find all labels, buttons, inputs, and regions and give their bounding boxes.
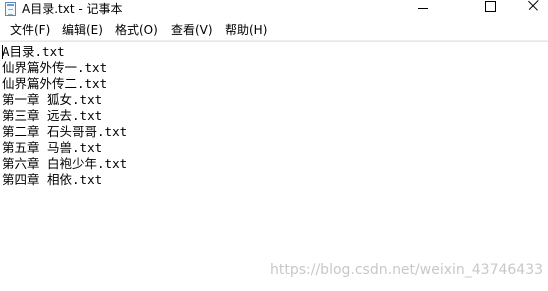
text-line: 第五章 马兽.txt xyxy=(2,140,103,155)
watermark-text: https://blog.csdn.net/weixin_43746433 xyxy=(270,262,544,278)
text-line: 第二章 石头哥哥.txt xyxy=(2,124,128,139)
text-line: 第三章 远去.txt xyxy=(2,108,103,123)
menu-edit[interactable]: 编辑(E) xyxy=(61,19,104,41)
menu-view[interactable]: 查看(V) xyxy=(170,19,214,41)
text-editor-area[interactable]: A目录.txt 仙界篇外传一.txt 仙界篇外传二.txt 第一章 狐女.txt… xyxy=(0,41,548,291)
menu-file[interactable]: 文件(F) xyxy=(9,19,51,41)
title-bar[interactable]: A目录.txt - 记事本 xyxy=(0,0,548,19)
text-line: 仙界篇外传一.txt xyxy=(2,60,108,75)
menu-format[interactable]: 格式(O) xyxy=(114,19,159,41)
text-line: 第四章 相依.txt xyxy=(2,172,103,187)
text-line: 第六章 白袍少年.txt xyxy=(2,156,128,171)
text-line: 仙界篇外传二.txt xyxy=(2,76,108,91)
text-line: 第一章 狐女.txt xyxy=(2,92,103,107)
close-button[interactable] xyxy=(518,0,548,19)
window-title: A目录.txt - 记事本 xyxy=(22,2,123,16)
notepad-icon xyxy=(5,2,16,16)
text-line: A目录.txt xyxy=(2,44,65,59)
menu-help[interactable]: 帮助(H) xyxy=(224,19,268,41)
maximize-button[interactable] xyxy=(466,0,512,19)
menu-bar: 文件(F) 编辑(E) 格式(O) 查看(V) 帮助(H) xyxy=(0,19,548,41)
minimize-button[interactable] xyxy=(400,0,446,19)
